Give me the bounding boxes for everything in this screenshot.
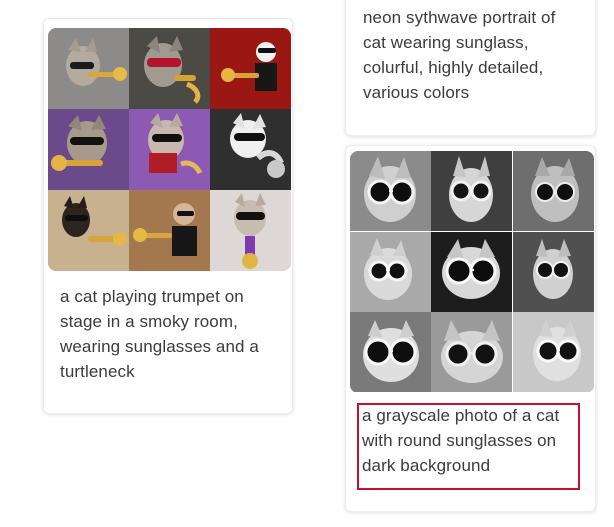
grayscale-cat-tile-9 <box>512 312 594 393</box>
image-card-trumpet-cat[interactable]: a cat playing trumpet on stage in a smok… <box>43 18 293 414</box>
trumpet-cat-tile-3 <box>210 28 291 109</box>
grayscale-cat-tile-1 <box>350 151 431 232</box>
trumpet-cat-tile-1 <box>48 28 129 109</box>
grayscale-cat-tile-7 <box>350 312 431 393</box>
neon-cat-caption-line-2: cat wearing sunglass, <box>363 33 529 52</box>
trumpet-cat-tile-2 <box>129 28 210 109</box>
trumpet-cat-caption-line-4: turtleneck <box>60 362 135 381</box>
grayscale-cat-tile-5 <box>431 231 513 313</box>
trumpet-cat-image-grid[interactable] <box>48 28 291 271</box>
neon-cat-caption-line-1: neon sythwave portrait of <box>363 8 556 27</box>
trumpet-cat-tile-8 <box>129 190 210 271</box>
trumpet-cat-caption-line-3: wearing sunglasses and a <box>60 337 259 356</box>
trumpet-cat-caption: a cat playing trumpet on stage in a smok… <box>60 284 259 384</box>
trumpet-cat-tile-4 <box>48 109 129 190</box>
neon-cat-caption-line-3: colurful, highly detailed, <box>363 58 544 77</box>
trumpet-cat-tile-7 <box>48 190 129 271</box>
grayscale-cat-tile-4 <box>350 231 431 313</box>
neon-cat-caption-line-4: various colors <box>363 83 470 102</box>
trumpet-cat-caption-line-2: stage in a smoky room, <box>60 312 238 331</box>
trumpet-cat-tile-6 <box>210 109 291 190</box>
grayscale-cat-tile-8 <box>431 312 513 393</box>
grayscale-cat-tile-6 <box>512 231 594 313</box>
image-card-neon-cat[interactable]: neon sythwave portrait of cat wearing su… <box>345 0 596 136</box>
trumpet-cat-tile-9 <box>210 190 291 271</box>
grayscale-cat-tile-2 <box>431 151 513 232</box>
trumpet-cat-caption-line-1: a cat playing trumpet on <box>60 287 244 306</box>
grayscale-cat-tile-3 <box>512 151 594 232</box>
trumpet-cat-tile-5 <box>129 109 210 190</box>
caption-highlight-box <box>357 403 580 490</box>
grayscale-cat-image-grid[interactable] <box>350 151 594 393</box>
neon-cat-caption: neon sythwave portrait of cat wearing su… <box>363 5 555 105</box>
